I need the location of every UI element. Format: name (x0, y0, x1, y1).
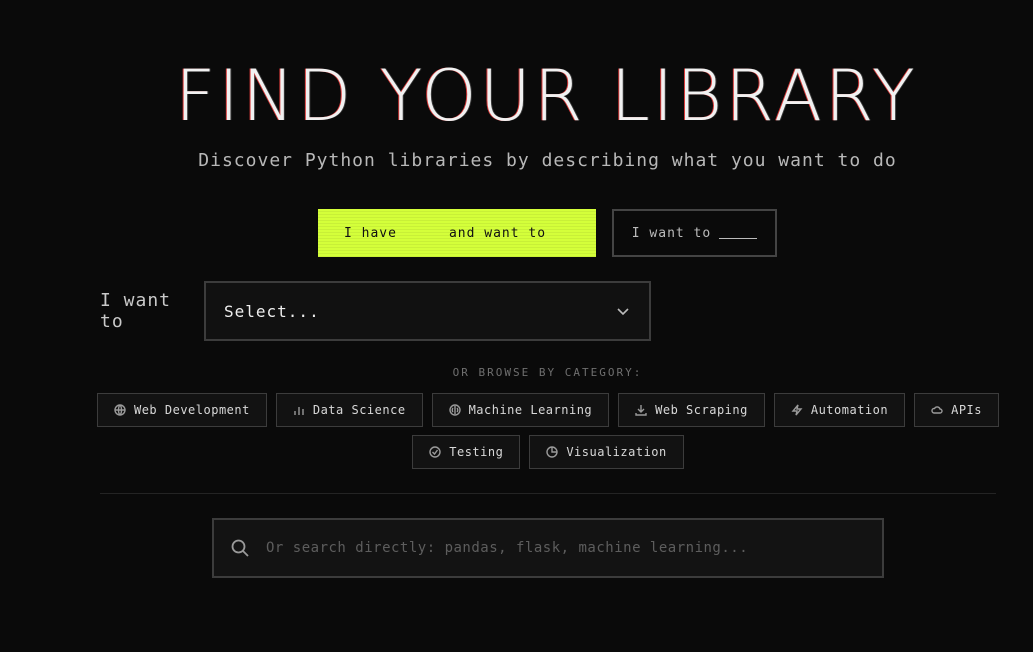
page-subtitle: Discover Python libraries by describing … (198, 150, 897, 171)
category-web-scraping[interactable]: Web Scraping (618, 393, 765, 427)
mode-want-button[interactable]: I want to (612, 209, 777, 257)
pie-chart-icon (546, 446, 559, 458)
category-row: Testing Visualization (0, 435, 1033, 469)
search-bar[interactable] (212, 518, 884, 578)
category-data-science[interactable]: Data Science (275, 393, 423, 427)
category-machine-learning[interactable]: Machine Learning (431, 393, 610, 427)
bar-chart-icon (294, 407, 304, 415)
globe-icon (114, 404, 126, 416)
mode-blank-underline (719, 228, 758, 239)
mode-toggle: I have and want to I want to (318, 209, 777, 257)
category-automation[interactable]: Automation (773, 393, 906, 427)
category-testing[interactable]: Testing (412, 435, 521, 469)
browse-label: OR BROWSE BY CATEGORY: (452, 366, 643, 379)
goal-select[interactable]: Select... (204, 281, 651, 341)
category-label: Machine Learning (468, 403, 593, 417)
search-input[interactable] (264, 539, 866, 557)
category-label: APIs (951, 403, 983, 417)
chevron-down-icon (617, 308, 629, 316)
brain-icon (448, 404, 461, 416)
mode-want-only-label: I want to (631, 225, 712, 241)
download-icon (635, 405, 647, 416)
category-label: Web Development (133, 403, 250, 417)
select-value: Select... (224, 301, 320, 321)
category-row: Web Development Data Science Machine Lea… (0, 393, 1033, 427)
want-row: I want to Select... (100, 281, 651, 341)
divider (100, 493, 996, 494)
category-label: Data Science (312, 403, 406, 417)
want-label: I want to (100, 290, 172, 332)
page-title: FIND YOUR LIBRARY (175, 55, 918, 137)
search-icon (231, 539, 249, 557)
category-apis[interactable]: APIs (914, 393, 1000, 427)
category-label: Visualization (566, 445, 667, 459)
mode-have-label: I have (344, 225, 397, 241)
category-visualization[interactable]: Visualization (529, 435, 684, 469)
category-web-development[interactable]: Web Development (96, 393, 267, 427)
mode-have-want-button[interactable]: I have and want to (318, 209, 596, 257)
category-label: Web Scraping (655, 403, 748, 417)
category-label: Automation (810, 403, 889, 417)
cloud-icon (931, 406, 943, 414)
lightning-icon (791, 404, 803, 416)
category-label: Testing (449, 445, 504, 459)
check-circle-icon (429, 446, 441, 458)
mode-want-label: and want to (448, 225, 547, 241)
